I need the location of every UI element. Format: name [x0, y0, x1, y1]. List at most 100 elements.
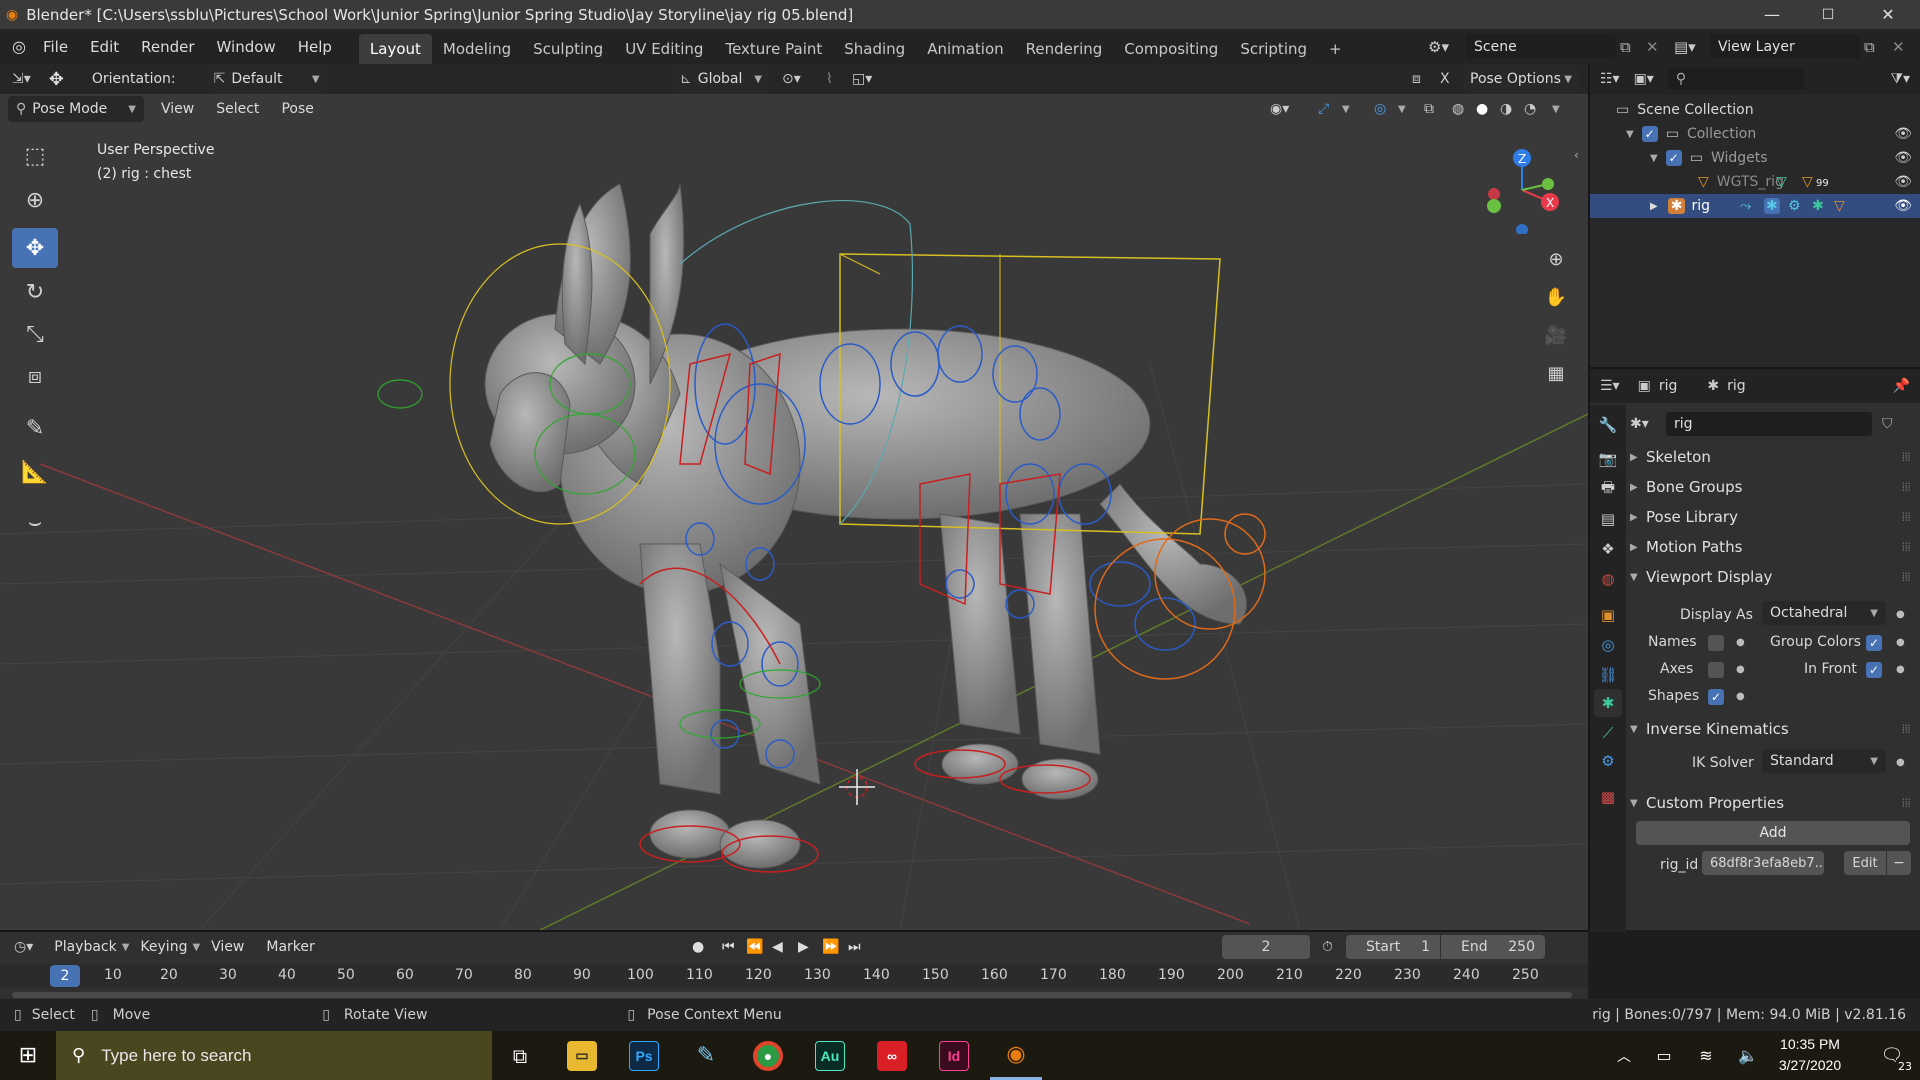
world-tab-icon[interactable]: ◍: [1594, 565, 1622, 593]
timeline-menu-playback[interactable]: Playback: [43, 939, 127, 955]
xray-icon[interactable]: ⧉: [1424, 101, 1434, 117]
editor-type-icon[interactable]: ◷▾: [14, 939, 33, 955]
panel-motion-paths[interactable]: ▶ Motion Paths ⁞⁞⁞: [1630, 533, 1918, 561]
orientation-dropdown[interactable]: ⇱ Default ▼: [205, 66, 328, 92]
remove-property-button[interactable]: −: [1887, 851, 1911, 875]
panel-custom-properties[interactable]: ▼ Custom Properties ⁞⁞⁞: [1630, 789, 1918, 817]
drag-grip-icon[interactable]: ⁞⁞⁞: [1902, 570, 1912, 584]
armature-browse-icon[interactable]: ✱▾: [1630, 416, 1666, 432]
display-as-dropdown[interactable]: Octahedral ▼: [1762, 601, 1886, 625]
fake-user-shield-icon[interactable]: ⛉: [1882, 416, 1893, 432]
timeline-menu-marker[interactable]: Marker: [255, 939, 325, 955]
edit-property-button[interactable]: Edit: [1844, 851, 1886, 875]
start-button[interactable]: ⊞: [0, 1031, 56, 1080]
editor-type-icon[interactable]: ☰▾: [1600, 378, 1620, 394]
visibility-eye-icon[interactable]: 👁: [1894, 126, 1912, 142]
texture-tab-icon[interactable]: ▩: [1594, 783, 1622, 811]
overlays-icon[interactable]: ◎: [1374, 101, 1386, 117]
viewport-menu-select[interactable]: Select: [205, 101, 270, 117]
panel-bone-groups[interactable]: ▶ Bone Groups ⁞⁞⁞: [1630, 473, 1918, 501]
start-frame-field[interactable]: Start 1: [1346, 935, 1440, 959]
drag-grip-icon[interactable]: ⁞⁞⁞: [1902, 480, 1912, 494]
expand-arrow-icon[interactable]: ▶: [1650, 201, 1658, 212]
maximize-button[interactable]: ☐: [1800, 0, 1856, 29]
delete-scene-icon[interactable]: ✕: [1646, 38, 1659, 56]
keyframe-dot-icon[interactable]: ●: [1736, 691, 1745, 702]
tab-layout[interactable]: Layout: [358, 34, 432, 64]
keyframe-dot-icon[interactable]: ●: [1896, 609, 1905, 620]
outliner-row-scene-collection[interactable]: ▭ Scene Collection: [1590, 98, 1920, 122]
viewport-menu-view[interactable]: View: [150, 101, 205, 117]
ik-solver-dropdown[interactable]: Standard ▼: [1762, 749, 1886, 773]
creative-cloud-icon[interactable]: ∞: [866, 1031, 918, 1080]
view-layer-tab-icon[interactable]: ▤: [1594, 505, 1622, 533]
minimize-button[interactable]: —: [1744, 0, 1800, 29]
playhead[interactable]: 2: [50, 965, 80, 987]
outliner-row-wgts-rig[interactable]: ▽ WGTS_rig ▽ ▽ 99 👁: [1590, 170, 1920, 194]
bone-roll-tool[interactable]: ⌣: [12, 502, 58, 542]
editor-type-icon[interactable]: ☷▾: [1600, 71, 1620, 87]
delete-view-layer-icon[interactable]: ✕: [1892, 38, 1905, 56]
drag-grip-icon[interactable]: ⁞⁞⁞: [1902, 510, 1912, 524]
tab-modeling[interactable]: Modeling: [432, 34, 522, 64]
cursor-tool[interactable]: ⊕: [12, 180, 58, 220]
snap-icon[interactable]: ⌇: [826, 71, 833, 87]
filter-icon[interactable]: ⧩▾: [1890, 71, 1910, 87]
shapes-checkbox[interactable]: ✓: [1708, 689, 1724, 705]
drag-grip-icon[interactable]: ⁞⁞⁞: [1902, 722, 1912, 736]
overlays-dropdown-icon[interactable]: ▼: [1398, 104, 1406, 115]
close-button[interactable]: ✕: [1860, 0, 1916, 29]
wifi-icon[interactable]: ≋: [1686, 1031, 1726, 1080]
tab-texture-paint[interactable]: Texture Paint: [714, 34, 833, 64]
annotate-tool[interactable]: ✎: [12, 408, 58, 448]
panel-viewport-display[interactable]: ▼ Viewport Display ⁞⁞⁞: [1630, 563, 1918, 591]
tab-sculpting[interactable]: Sculpting: [522, 34, 614, 64]
axes-checkbox[interactable]: [1708, 662, 1724, 678]
expand-arrow-icon[interactable]: ▼: [1650, 153, 1658, 164]
object-tab-icon[interactable]: ▣: [1594, 601, 1622, 629]
ortho-grid-icon[interactable]: ▦: [1539, 356, 1573, 390]
visibility-eye-icon[interactable]: 👁: [1894, 198, 1912, 214]
armature-data-tab-icon[interactable]: ✱: [1594, 689, 1622, 717]
tab-uv-editing[interactable]: UV Editing: [614, 34, 714, 64]
bone-tab-icon[interactable]: ⟋: [1594, 719, 1622, 747]
collection-checkbox[interactable]: ✓: [1641, 126, 1658, 142]
constraints-tab-icon[interactable]: ⛓: [1594, 661, 1622, 689]
sidebar-toggle-icon[interactable]: ‹: [1574, 148, 1579, 162]
end-frame-field[interactable]: End 250: [1441, 935, 1545, 959]
add-property-button[interactable]: Add: [1636, 821, 1910, 845]
clock[interactable]: 10:35 PM 3/27/2020: [1760, 1034, 1860, 1078]
pen-tool-app-icon[interactable]: ✎: [680, 1031, 732, 1080]
add-workspace-button[interactable]: +: [1318, 34, 1353, 64]
taskbar-search-box[interactable]: ⚲ Type here to search: [56, 1031, 492, 1080]
view-layer-field[interactable]: View Layer: [1710, 34, 1860, 59]
tab-scripting[interactable]: Scripting: [1229, 34, 1318, 64]
3d-viewport[interactable]: ⇲▾ ✥ Orientation: ⇱ Default ▼ ⊾ Global ▼…: [0, 64, 1588, 930]
outliner-row-rig[interactable]: ▶ ✱ rig ⤳ ✱ ⚙ ✱ ▽ 👁: [1590, 194, 1920, 218]
keyframe-dot-icon[interactable]: ●: [1896, 637, 1905, 648]
jump-start-icon[interactable]: ⏮: [722, 939, 735, 955]
drag-grip-icon[interactable]: ⁞⁞⁞: [1902, 450, 1912, 464]
axis-gizmo[interactable]: Z X: [1480, 144, 1570, 236]
scene-field[interactable]: Scene: [1466, 34, 1616, 59]
scene-tab-icon[interactable]: ❖: [1594, 535, 1622, 563]
rendered-shading-icon[interactable]: ◔: [1524, 101, 1536, 117]
group-colors-checkbox[interactable]: ✓: [1866, 635, 1882, 651]
visibility-eye-icon[interactable]: 👁: [1894, 150, 1912, 166]
rotate-tool[interactable]: ↻: [12, 272, 58, 312]
gizmo-toggle-icon[interactable]: ⤢: [1318, 101, 1329, 117]
audition-icon[interactable]: Au: [804, 1031, 856, 1080]
task-view-icon[interactable]: ⧉: [494, 1031, 546, 1080]
menu-render[interactable]: Render: [130, 38, 205, 56]
pan-hand-icon[interactable]: ✋: [1539, 280, 1573, 314]
panel-inverse-kinematics[interactable]: ▼ Inverse Kinematics ⁞⁞⁞: [1630, 715, 1918, 743]
in-front-checkbox[interactable]: ✓: [1866, 662, 1882, 678]
view-layer-browse-icon[interactable]: ▤▾: [1674, 38, 1696, 56]
render-tab-icon[interactable]: 📷: [1594, 445, 1622, 473]
frame-ruler[interactable]: 2 10 20 30 40 50 60 70 80 90 100 110 120…: [0, 964, 1588, 988]
custom-prop-value-field[interactable]: 68df8r3efa8eb7...: [1702, 851, 1824, 875]
jump-end-icon[interactable]: ⏭: [848, 939, 861, 955]
scale-tool[interactable]: ⤡: [12, 314, 58, 354]
current-frame-field[interactable]: 2: [1222, 935, 1310, 959]
show-hidden-icons-icon[interactable]: ︿: [1604, 1031, 1644, 1080]
